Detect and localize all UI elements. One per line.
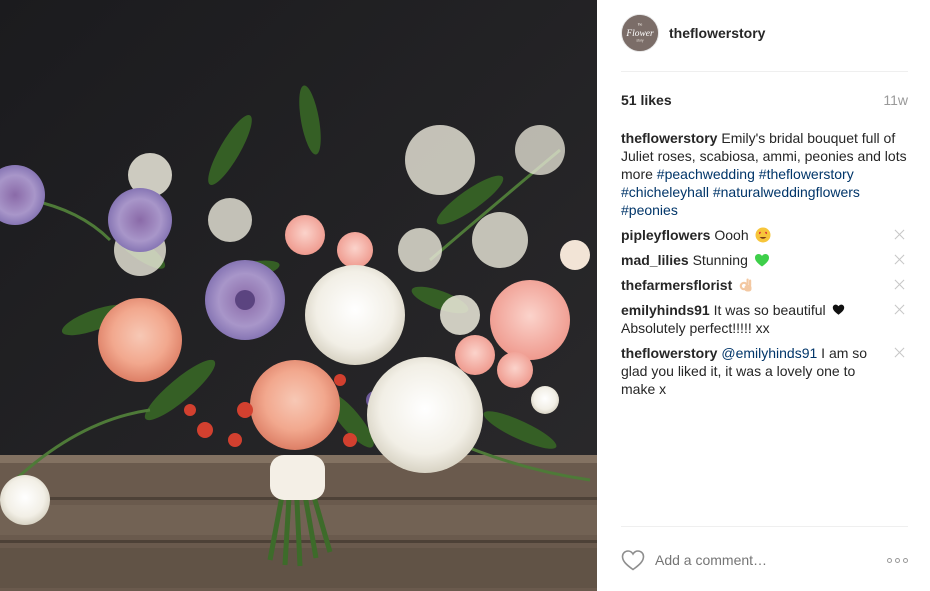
post-photo[interactable] <box>0 0 597 591</box>
flower-story-logo-icon: the Flower story <box>622 15 658 51</box>
comment: mad_lilies Stunning <box>621 251 908 269</box>
black-heart-emoji-icon <box>832 304 844 315</box>
likes-count[interactable]: 51 likes <box>621 92 672 108</box>
post-header: the Flower story theflowerstory <box>621 13 909 53</box>
comment-username[interactable]: mad_lilies <box>621 252 689 268</box>
caption: theflowerstory Emily's bridal bouquet fu… <box>621 129 908 219</box>
heart-eyes-emoji-icon <box>755 227 770 243</box>
delete-comment-icon[interactable] <box>893 303 906 316</box>
comment-text: Stunning <box>692 252 748 268</box>
bouquet-image <box>0 0 597 591</box>
hashtag-naturalweddingflowers[interactable]: #naturalweddingflowers <box>713 184 860 200</box>
more-dot <box>903 557 908 563</box>
green-heart-emoji-icon <box>754 254 769 267</box>
comment: pipleyflowers Oooh <box>621 226 908 244</box>
comment-text: It was so beautiful <box>713 302 826 318</box>
comment-username[interactable]: pipleyflowers <box>621 227 710 243</box>
delete-comment-icon[interactable] <box>893 253 906 266</box>
svg-text:Flower: Flower <box>625 29 654 39</box>
footer-divider <box>621 526 908 527</box>
comment: thefarmersflorist <box>621 276 908 294</box>
comments-list: theflowerstory Emily's bridal bouquet fu… <box>621 129 908 405</box>
comment-username[interactable]: theflowerstory <box>621 345 717 361</box>
ok-hand-emoji-icon <box>739 278 752 292</box>
delete-comment-icon[interactable] <box>893 228 906 241</box>
post-time[interactable]: 11w <box>883 92 908 108</box>
more-options-icon[interactable] <box>887 557 908 563</box>
caption-username[interactable]: theflowerstory <box>621 130 717 146</box>
hashtag-peonies[interactable]: #peonies <box>621 202 678 218</box>
more-dot <box>887 557 892 563</box>
delete-comment-icon[interactable] <box>893 346 906 359</box>
likes-row: 51 likes 11w <box>621 92 908 108</box>
delete-comment-icon[interactable] <box>893 278 906 291</box>
hashtag-peachwedding[interactable]: #peachwedding <box>657 166 755 182</box>
post-side-panel: the Flower story theflowerstory 51 likes… <box>597 0 930 591</box>
comment-mention[interactable]: @emilyhinds91 <box>721 345 817 361</box>
header-divider <box>621 71 908 72</box>
svg-text:the: the <box>638 22 643 26</box>
comment: theflowerstory @emilyhinds91 I am so gla… <box>621 344 908 398</box>
add-comment-input[interactable] <box>655 552 887 568</box>
comment: emilyhinds91 It was so beautiful Absolut… <box>621 301 908 337</box>
heart-outline-icon[interactable] <box>621 549 645 571</box>
hashtag-chicheleyhall[interactable]: #chicheleyhall <box>621 184 709 200</box>
svg-text:story: story <box>636 39 643 43</box>
comment-username[interactable]: thefarmersflorist <box>621 277 732 293</box>
instagram-post: the Flower story theflowerstory 51 likes… <box>0 0 930 591</box>
comment-footer <box>621 545 908 575</box>
hashtag-theflowerstory[interactable]: #theflowerstory <box>759 166 854 182</box>
post-username[interactable]: theflowerstory <box>669 25 765 41</box>
comment-text-line2: Absolutely perfect!!!!! xx <box>621 320 770 336</box>
more-dot <box>895 557 900 563</box>
avatar[interactable]: the Flower story <box>621 14 659 52</box>
comment-text: Oooh <box>714 227 749 243</box>
comment-username[interactable]: emilyhinds91 <box>621 302 710 318</box>
